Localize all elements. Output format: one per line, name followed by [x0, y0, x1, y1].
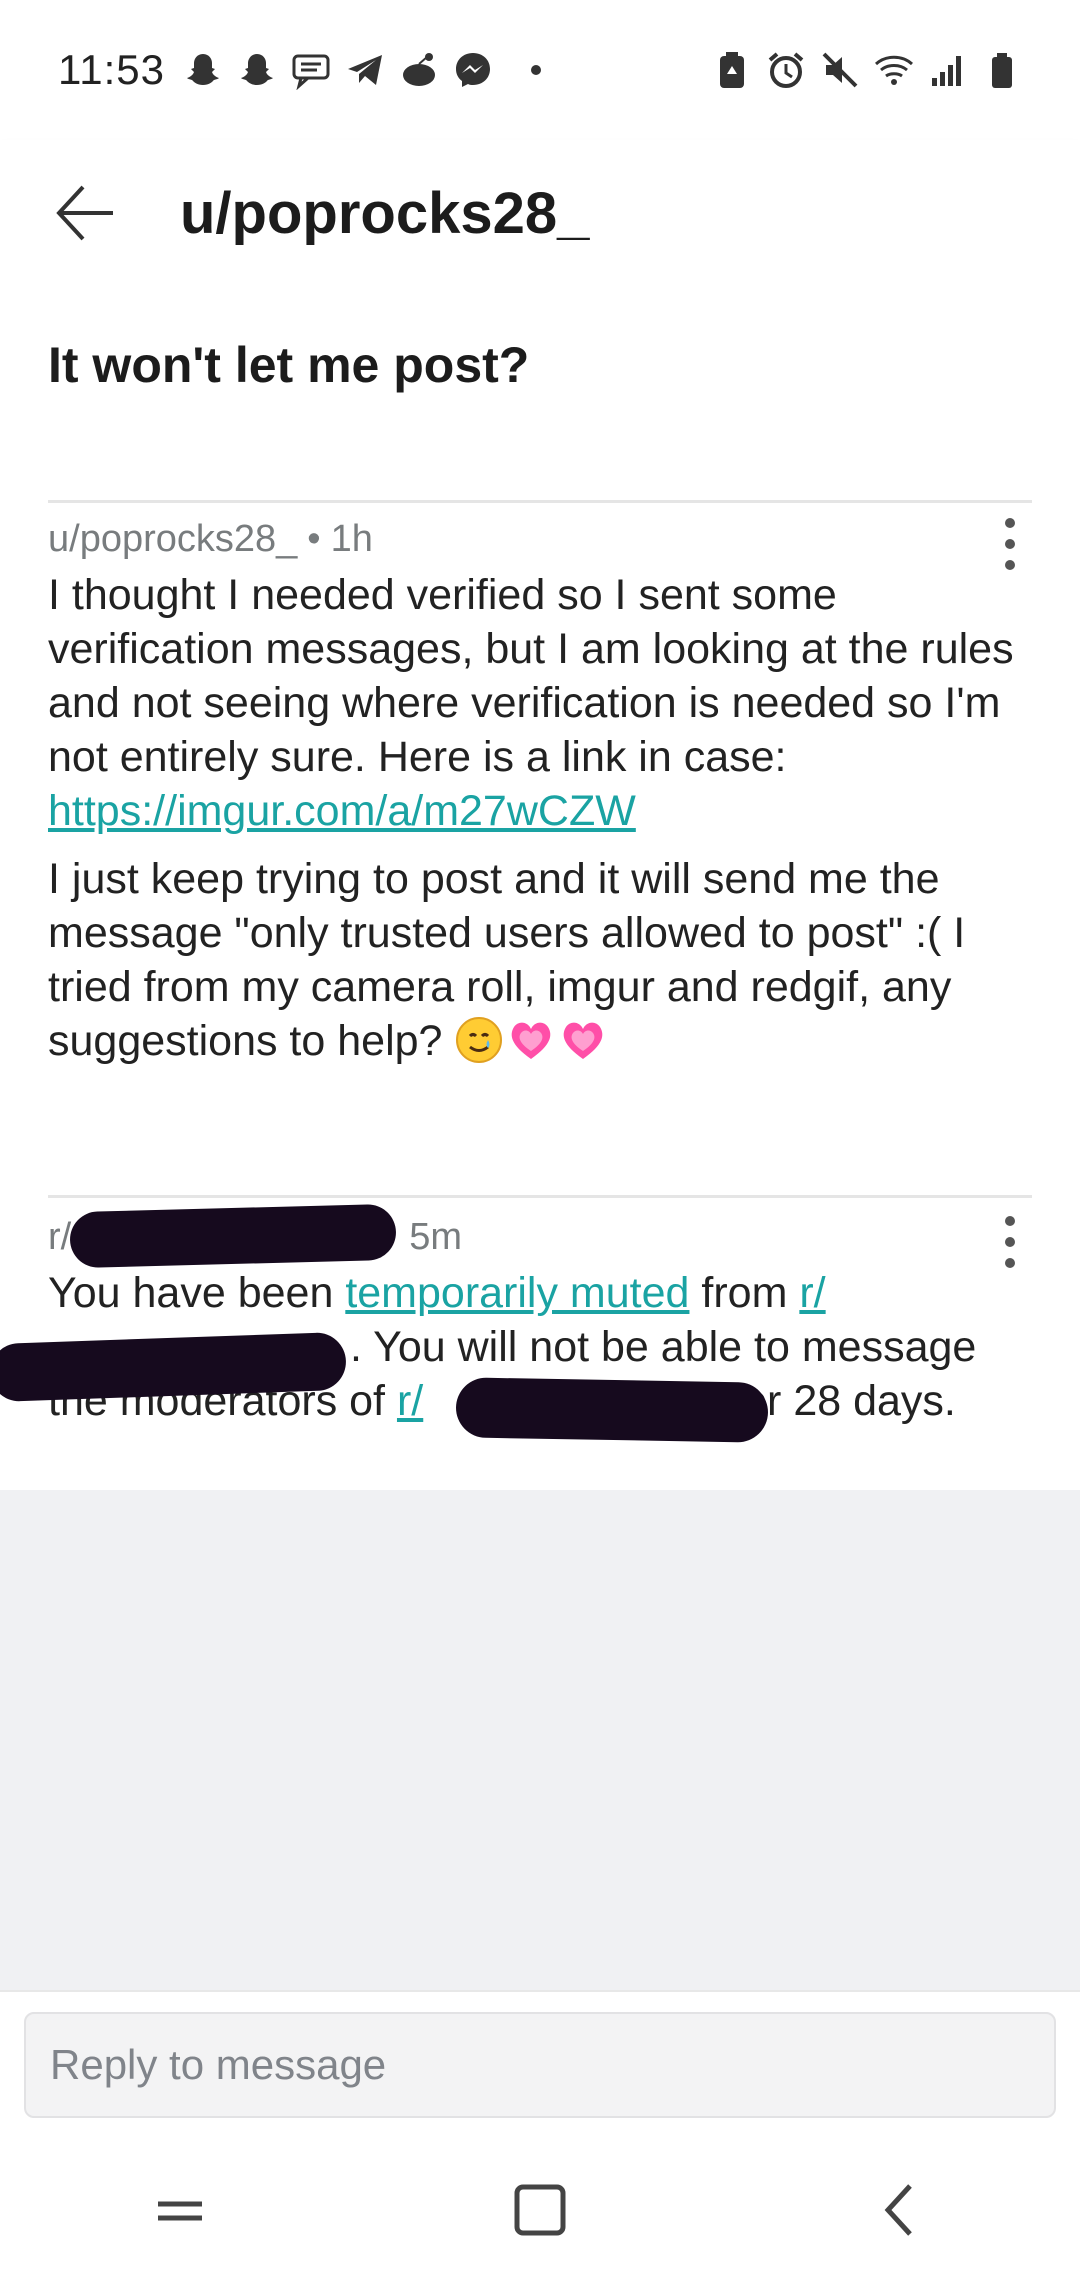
more-options-button[interactable] [980, 1212, 1040, 1272]
divider [48, 1195, 1032, 1198]
message-icon [291, 50, 331, 90]
arrow-left-icon [56, 185, 113, 241]
message-thread: It won't let me post? u/poprocks28_ • 1h… [0, 286, 1080, 1490]
message-line: You have been temporarily muted from r/ [48, 1266, 1032, 1320]
more-vertical-icon [1005, 518, 1015, 570]
reddit-icon [399, 50, 439, 90]
meta-separator: • [307, 517, 321, 560]
message-paragraph: I thought I needed verified so I sent so… [48, 568, 1032, 838]
growing-heart-icon [564, 1022, 603, 1059]
wifi-icon [874, 50, 914, 90]
smiling-face-with-tear-icon [456, 1017, 503, 1063]
home-button[interactable] [480, 2150, 600, 2270]
message-time: 5m [409, 1215, 463, 1258]
message-time: 1h [330, 517, 373, 560]
home-icon [514, 2184, 566, 2236]
snapchat-icon [237, 50, 277, 90]
paragraph-text: I thought I needed verified so I sent so… [48, 571, 1014, 781]
back-icon [884, 2184, 912, 2236]
recent-apps-button[interactable] [120, 2150, 240, 2270]
more-notifications-dot [531, 65, 541, 75]
message-meta: u/poprocks28_ • 1h [48, 514, 1032, 564]
message-author[interactable]: r/ [48, 1216, 71, 1259]
recent-apps-icon [158, 2201, 202, 2221]
message-author[interactable]: u/poprocks28_ [48, 518, 297, 561]
empty-area [0, 1490, 1080, 1990]
reply-bar [0, 1990, 1080, 2140]
divider [48, 500, 1032, 503]
telegram-icon [345, 50, 385, 90]
notification-icons [183, 50, 541, 90]
mute-icon [820, 50, 860, 90]
navigation-bar [0, 2140, 1080, 2280]
messenger-icon [453, 50, 493, 90]
reply-input[interactable] [24, 2012, 1056, 2118]
signal-icon [928, 50, 968, 90]
imgur-link[interactable]: https://imgur.com/a/m27wCZW [48, 787, 636, 835]
message-text: from [689, 1269, 800, 1317]
message-text: . You will not be able to message [350, 1323, 977, 1371]
back-button[interactable] [30, 158, 140, 268]
battery-saver-icon [712, 50, 752, 90]
redaction-mark [455, 1377, 769, 1443]
snapchat-icon [183, 50, 223, 90]
message-text: You have been [48, 1269, 346, 1317]
system-icons [712, 50, 1022, 90]
growing-heart-icon [512, 1022, 551, 1059]
subreddit-link[interactable]: r/ [799, 1269, 825, 1317]
redaction-mark [69, 1203, 397, 1269]
thread-title: It won't let me post? [48, 337, 530, 393]
status-bar: 11:53 [0, 0, 1080, 140]
alarm-icon [766, 50, 806, 90]
temporarily-muted-link[interactable]: temporarily muted [345, 1269, 689, 1317]
subreddit-link[interactable]: r/ [397, 1377, 423, 1425]
status-time: 11:53 [58, 46, 165, 93]
message-item: u/poprocks28_ • 1h I thought I needed ve… [48, 514, 1032, 1082]
message-paragraph: I just keep trying to post and it will s… [48, 852, 1032, 1068]
more-options-button[interactable] [980, 514, 1040, 574]
message-body: I thought I needed verified so I sent so… [48, 568, 1032, 1068]
app-bar: u/poprocks28_ [0, 140, 1080, 286]
page-title: u/poprocks28_ [180, 180, 590, 246]
more-vertical-icon [1005, 1216, 1015, 1268]
battery-icon [982, 50, 1022, 90]
system-back-button[interactable] [840, 2150, 960, 2270]
